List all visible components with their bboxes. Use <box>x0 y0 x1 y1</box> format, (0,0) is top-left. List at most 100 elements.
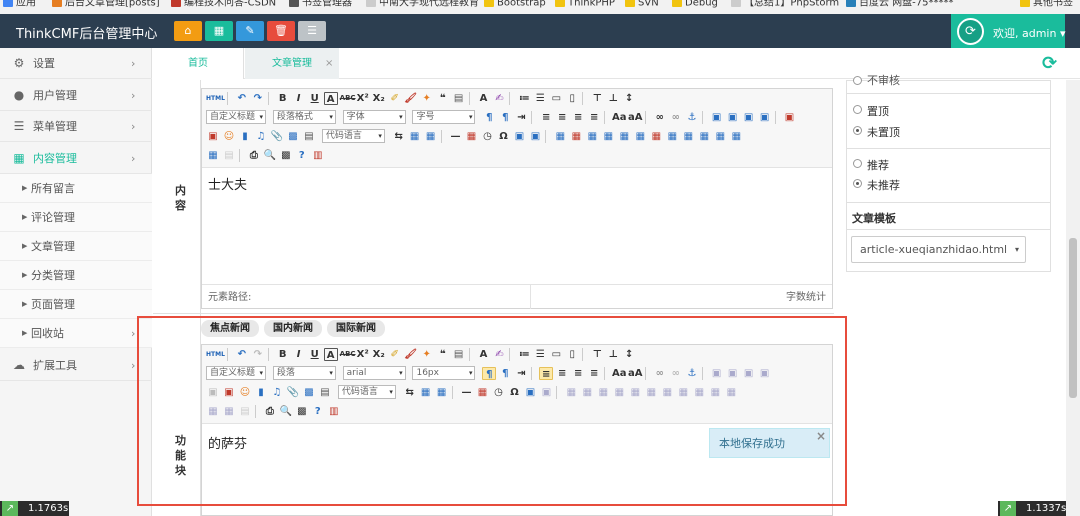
drafts-icon[interactable]: ▩ <box>279 149 293 162</box>
sidebar-item-content[interactable]: ▦ 内容管理 › <box>0 143 152 174</box>
radio-not-recommend[interactable] <box>853 179 862 188</box>
tab-article-manage[interactable]: 文章管理 × <box>245 48 339 79</box>
page-break-icon[interactable]: ⇆ <box>392 130 406 143</box>
insert-table-icon[interactable]: ▦ <box>553 130 567 143</box>
delete-button[interactable]: 🗑 <box>267 21 295 41</box>
word-image-icon[interactable]: ▣ <box>528 130 542 143</box>
special-chars-icon[interactable]: Ω <box>496 130 510 143</box>
delete-table-icon[interactable]: ▦ <box>569 130 583 143</box>
sidebar-item-extensions[interactable]: ☁ 扩展工具 › <box>0 350 152 381</box>
insert-frame-icon[interactable]: ▤ <box>302 130 316 143</box>
debug-timer-right[interactable]: ↗ 1.1337s <box>998 501 1066 516</box>
scrollbar-thumb[interactable] <box>1069 238 1077 398</box>
row-spacing-top-icon[interactable]: ⊤ <box>590 92 604 105</box>
font-border-icon[interactable]: A <box>323 92 338 105</box>
link-icon[interactable]: ∞ <box>653 111 667 124</box>
align-left-icon[interactable]: ≡ <box>539 111 553 124</box>
scrollbar[interactable] <box>1066 80 1080 516</box>
ordered-list-icon[interactable]: ≔ <box>517 92 531 105</box>
image-none-icon[interactable]: ▣ <box>710 111 724 124</box>
align-justify-icon[interactable]: ≡ <box>587 111 601 124</box>
image-right-icon[interactable]: ▣ <box>742 111 756 124</box>
preview-icon[interactable]: 🔍 <box>263 149 277 162</box>
edit-button[interactable]: ✎ <box>236 21 264 41</box>
word-count-icon[interactable]: ▥ <box>311 149 325 162</box>
map-icon[interactable]: ▩ <box>286 130 300 143</box>
superscript-icon[interactable]: X² <box>356 92 370 105</box>
delete-col-icon[interactable]: ▦ <box>649 130 663 143</box>
redo-icon[interactable]: ↷ <box>251 92 265 105</box>
insert-video-icon[interactable]: ♫ <box>254 130 268 143</box>
help-icon[interactable]: ? <box>295 149 309 162</box>
list-button[interactable]: ☰ <box>298 21 326 41</box>
sidebar-subitem-pages[interactable]: ▶ 页面管理 <box>0 290 152 319</box>
unordered-list-icon[interactable]: ☰ <box>533 92 547 105</box>
template-select[interactable]: article-xueqianzhidao.html ▾ <box>851 236 1026 263</box>
sidebar-subitem-comments-all[interactable]: ▶ 所有留言 <box>0 174 152 203</box>
strikethrough-icon[interactable]: ABC <box>340 92 356 105</box>
italic-icon[interactable]: I <box>292 92 306 105</box>
time-icon[interactable]: ◷ <box>480 130 494 143</box>
clear-doc-icon[interactable]: ▯ <box>565 92 579 105</box>
blockquote-icon[interactable]: ❝ <box>436 92 450 105</box>
bookmark-item[interactable]: Bootstrap <box>484 0 546 9</box>
refresh-icon[interactable]: ⟳ <box>1042 53 1057 74</box>
search-replace-icon[interactable]: ▣ <box>512 130 526 143</box>
chart-icon[interactable]: ▤ <box>222 149 236 162</box>
editor-body-text[interactable]: 士大夫 <box>208 174 247 193</box>
eraser-icon[interactable]: ✐ <box>388 92 402 105</box>
user-menu[interactable]: ⟳ 欢迎, admin ▾ <box>951 14 1065 48</box>
sidebar-subitem-recycle[interactable]: ▶ 回收站 › <box>0 319 152 348</box>
unlink-icon[interactable]: ∞ <box>669 111 683 124</box>
radio-no-review[interactable] <box>853 76 862 85</box>
bookmark-item[interactable]: 百度云 网盘-75***** <box>846 0 954 9</box>
image-center-icon[interactable]: ▣ <box>758 111 772 124</box>
template-icon[interactable]: ▦ <box>408 130 422 143</box>
font-color-icon[interactable]: A <box>476 92 490 105</box>
rtl-icon[interactable]: ¶ <box>498 111 512 124</box>
sidebar-subitem-categories[interactable]: ▶ 分类管理 <box>0 261 152 290</box>
insert-image-icon[interactable]: ▣ <box>206 130 220 143</box>
sidebar-subitem-articles[interactable]: ▶ 文章管理 <box>0 232 152 261</box>
attachment-icon[interactable]: 📎 <box>270 130 284 143</box>
font-family-select[interactable]: 字体 ▾ <box>342 110 406 124</box>
align-right-icon[interactable]: ≡ <box>571 111 585 124</box>
paste-plain-icon[interactable]: ▤ <box>452 92 466 105</box>
emotion-icon[interactable]: ☺ <box>222 130 236 143</box>
close-icon[interactable]: × <box>325 48 333 79</box>
split-rows-icon[interactable]: ▦ <box>729 130 743 143</box>
undo-icon[interactable]: ↶ <box>235 92 249 105</box>
merge-down-icon[interactable]: ▦ <box>697 130 711 143</box>
indent-icon[interactable]: ⇥ <box>514 111 528 124</box>
simple-upload-icon[interactable]: ▣ <box>782 111 796 124</box>
lowercase-icon[interactable]: aA <box>628 111 643 124</box>
print-icon[interactable]: ⎙ <box>247 149 261 162</box>
autotype-icon[interactable]: ✦ <box>420 92 434 105</box>
bookmark-item[interactable]: 中南大学现代远程教育 <box>366 0 479 9</box>
sidebar-item-users[interactable]: ● 用户管理 › <box>0 80 152 111</box>
sidebar-item-settings[interactable]: ⚙ 设置 › <box>0 48 152 79</box>
highlight-icon[interactable]: ✍ <box>492 92 506 105</box>
sidebar-subitem-comment-manage[interactable]: ▶ 评论管理 <box>0 203 152 232</box>
debug-timer-left[interactable]: ↗ 1.1763s <box>0 501 69 516</box>
split-cells-icon[interactable]: ▦ <box>713 130 727 143</box>
home-button[interactable]: ⌂ <box>174 21 202 41</box>
row-spacing-bottom-icon[interactable]: ⊥ <box>606 92 620 105</box>
html-source-icon[interactable]: HTML <box>206 92 225 105</box>
bookmark-item[interactable]: ThinkPHP <box>555 0 615 9</box>
tab-home[interactable]: 首页 <box>153 48 244 79</box>
image-left-icon[interactable]: ▣ <box>726 111 740 124</box>
merge-right-icon[interactable]: ▦ <box>681 130 695 143</box>
paragraph-format-select[interactable]: 段落格式 ▾ <box>272 110 336 124</box>
font-size-select[interactable]: 字号 ▾ <box>412 110 476 124</box>
horizontal-rule-icon[interactable]: — <box>448 130 462 143</box>
bookmark-item[interactable]: 应用 <box>3 0 36 9</box>
bookmark-item[interactable]: Debug <box>672 0 718 9</box>
custom-title-select[interactable]: 自定义标题 ▾ <box>206 110 266 124</box>
anchor-icon[interactable]: ⚓ <box>685 111 699 124</box>
sidebar-item-menu[interactable]: ☰ 菜单管理 › <box>0 111 152 142</box>
uppercase-icon[interactable]: Aa <box>612 111 627 124</box>
insert-row-icon[interactable]: ▦ <box>601 130 615 143</box>
split-cols-icon[interactable]: ▦ <box>206 149 220 162</box>
ltr-icon[interactable]: ¶ <box>482 111 496 124</box>
